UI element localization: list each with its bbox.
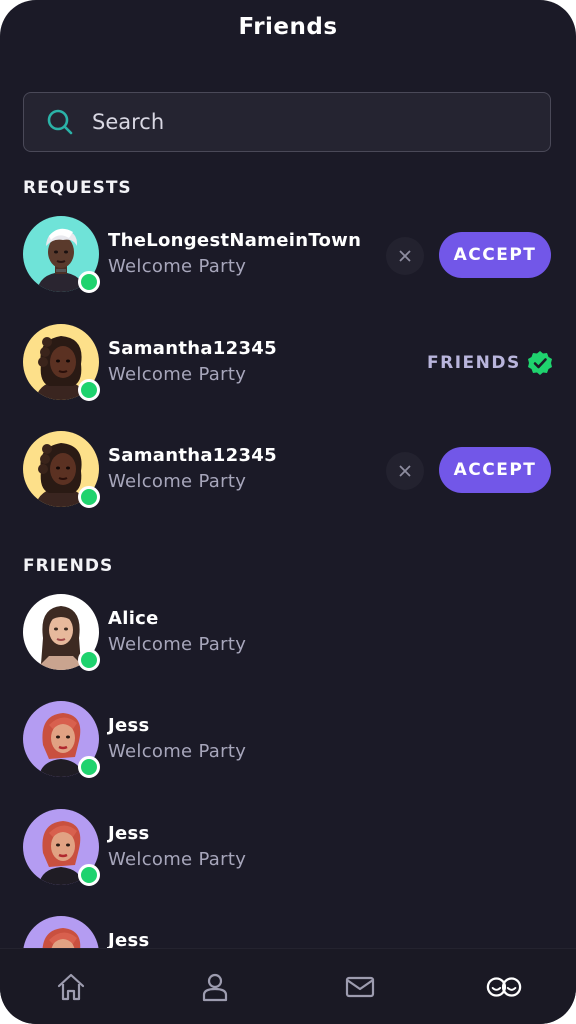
nav-profile[interactable] — [197, 969, 233, 1005]
friend-row[interactable]: Jess Welcome Party — [0, 701, 576, 781]
online-indicator — [78, 379, 100, 401]
online-indicator — [78, 486, 100, 508]
profile-icon — [202, 973, 228, 1002]
home-icon — [57, 973, 85, 1001]
friend-subtitle: Welcome Party — [108, 849, 247, 870]
requests-heading: REQUESTS — [23, 178, 132, 198]
close-icon — [399, 465, 411, 477]
request-name: TheLongestNameinTown — [108, 230, 362, 251]
request-subtitle: Welcome Party — [108, 256, 247, 277]
accept-button[interactable]: ACCEPT — [439, 232, 551, 278]
friends-heading: FRIENDS — [23, 556, 114, 576]
request-subtitle: Welcome Party — [108, 364, 247, 385]
request-name: Samantha12345 — [108, 338, 277, 359]
request-row[interactable]: Samantha12345 Welcome Party ACCEPT — [0, 431, 576, 511]
friends-status: FRIENDS — [427, 350, 553, 376]
search-icon — [47, 109, 73, 135]
nav-home[interactable] — [53, 969, 89, 1005]
friend-name: Alice — [108, 608, 159, 629]
mail-icon — [345, 976, 375, 998]
friend-row[interactable]: Jess Welcome Party — [0, 809, 576, 889]
bottom-nav — [0, 948, 576, 1024]
friends-icon — [486, 977, 522, 997]
online-indicator — [78, 864, 100, 886]
accept-button[interactable]: ACCEPT — [439, 447, 551, 493]
friends-screen: Friends REQUESTS TheLongestName — [0, 0, 576, 1024]
online-indicator — [78, 649, 100, 671]
nav-friends[interactable] — [486, 969, 522, 1005]
friend-subtitle: Welcome Party — [108, 634, 247, 655]
search-bar[interactable] — [23, 92, 551, 152]
friend-row[interactable]: Alice Welcome Party — [0, 594, 576, 674]
close-icon — [399, 250, 411, 262]
request-subtitle: Welcome Party — [108, 471, 247, 492]
decline-button[interactable] — [386, 237, 424, 275]
online-indicator — [78, 756, 100, 778]
search-input[interactable] — [90, 109, 494, 135]
request-name: Samantha12345 — [108, 445, 277, 466]
friend-name: Jess — [108, 823, 150, 844]
friends-status-label: FRIENDS — [427, 353, 521, 373]
online-indicator — [78, 271, 100, 293]
check-circle-icon — [527, 351, 552, 375]
request-row[interactable]: Samantha12345 Welcome Party FRIENDS — [0, 324, 576, 404]
request-row[interactable]: TheLongestNameinTown Welcome Party ACCEP… — [0, 216, 576, 296]
friend-subtitle: Welcome Party — [108, 741, 247, 762]
page-title: Friends — [238, 14, 338, 40]
friend-name: Jess — [108, 715, 150, 736]
decline-button[interactable] — [386, 452, 424, 490]
nav-messages[interactable] — [342, 969, 378, 1005]
